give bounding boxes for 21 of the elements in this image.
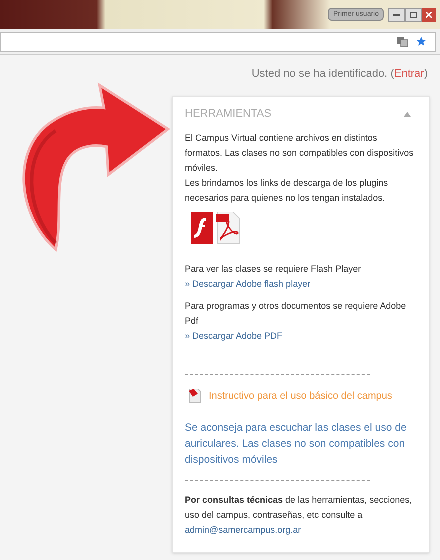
star-icon[interactable] xyxy=(416,36,427,47)
login-link[interactable]: Entrar xyxy=(394,68,424,80)
pdf-document-icon[interactable] xyxy=(216,212,240,244)
requirement-text: Para programas y otros documentos se requiere Adobe Pdf xyxy=(185,300,408,328)
minimize-button[interactable] xyxy=(388,8,405,22)
requirement-text: Para ver las clases se requiere Flash Player xyxy=(185,262,362,276)
close-icon xyxy=(426,12,432,18)
contact-text: Por consultas técnicas de las herramientas, secciones, uso del campus, contraseñas, etc consulte a xyxy=(185,494,414,522)
download-link[interactable]: » Descargar Adobe flash player xyxy=(185,276,417,292)
panel-title: HERRAMIENTAS xyxy=(185,106,272,122)
intro-text: El Campus Virtual contiene archivos en distintos formatos. Las clases no son compatibles con dispositivos móviles. xyxy=(185,132,415,174)
maximize-button[interactable] xyxy=(405,8,422,22)
plugins-text: Les brindamos los links de descarga de los plugins necesarios para quienes no los tengan instalados. xyxy=(185,176,390,205)
login-status: Usted no se ha identificado. (Entrar) xyxy=(252,67,428,82)
close-button[interactable] xyxy=(422,8,436,22)
translate-icon[interactable] xyxy=(397,36,408,46)
download-link[interactable]: » Descargar Adobe PDF xyxy=(185,328,417,344)
flash-icon[interactable] xyxy=(191,212,213,244)
advice-text: Se aconseja para escuchar las clases el uso de auriculares. Las clases no son compatibles con dispositivos móviles xyxy=(185,420,408,468)
pdf-file-icon[interactable] xyxy=(189,389,201,403)
email-link[interactable]: admin@samercampus.org.ar xyxy=(185,522,417,538)
